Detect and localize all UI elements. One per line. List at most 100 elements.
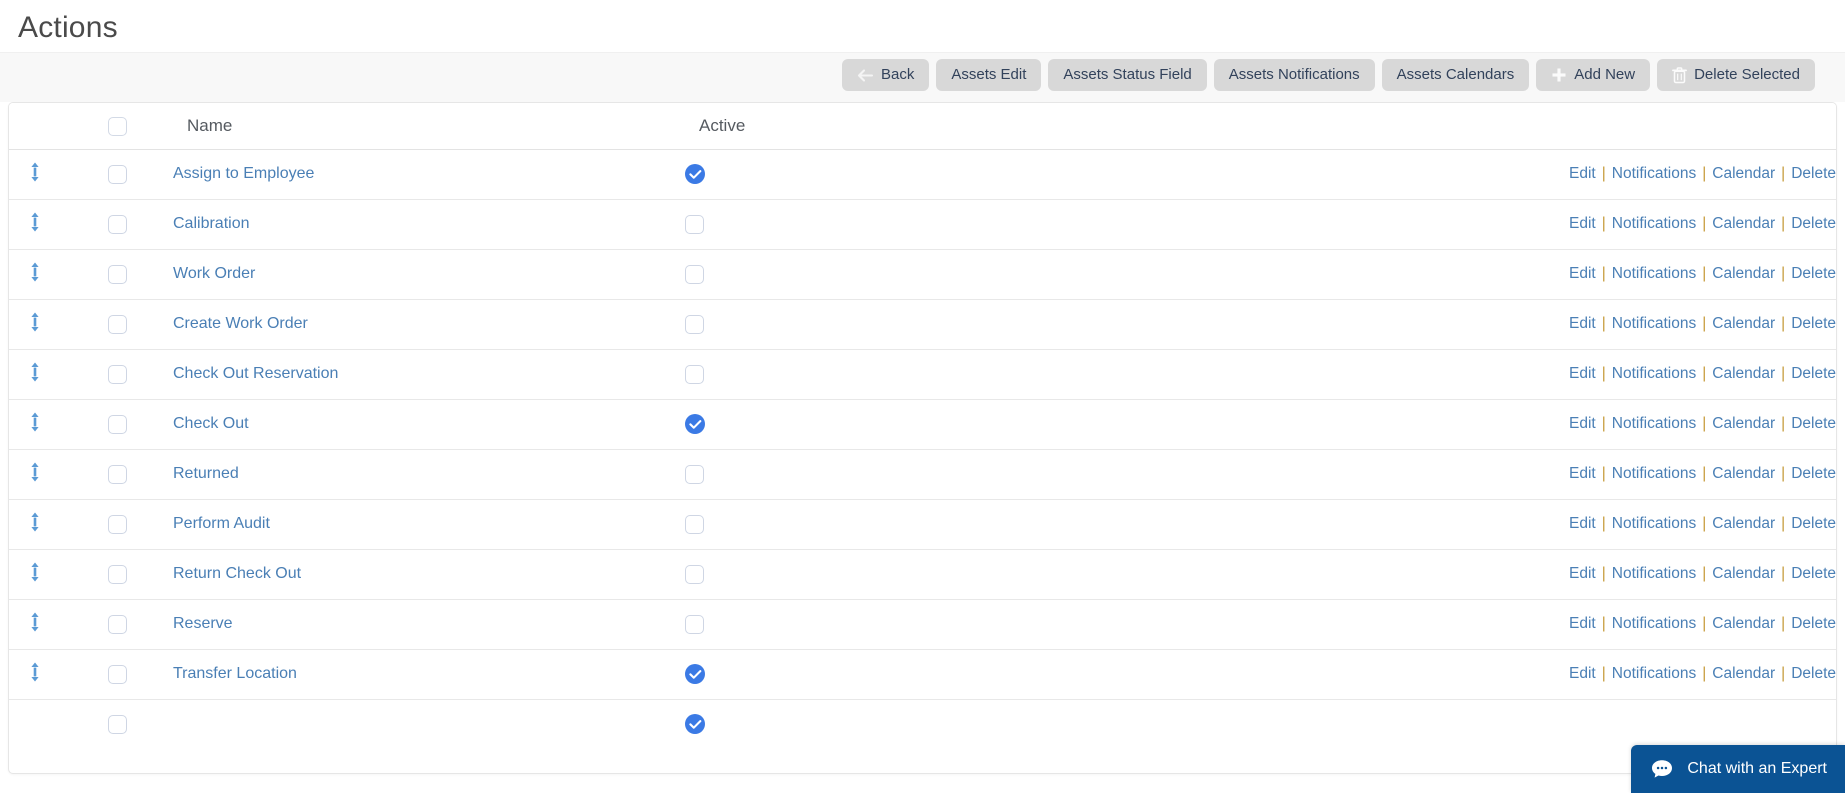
row-select-checkbox[interactable] xyxy=(107,414,127,434)
action-separator: | xyxy=(1781,565,1786,582)
active-unchecked-icon[interactable] xyxy=(685,564,704,584)
row-edit-link[interactable]: Edit xyxy=(1569,315,1596,332)
row-delete-link[interactable]: Delete xyxy=(1791,465,1836,482)
row-edit-link[interactable]: Edit xyxy=(1569,565,1596,582)
row-name-cell: Assign to Employee xyxy=(173,149,685,199)
row-edit-link[interactable]: Edit xyxy=(1569,365,1596,382)
row-delete-link[interactable]: Delete xyxy=(1791,215,1836,232)
back-button[interactable]: Back xyxy=(841,59,930,91)
active-unchecked-icon[interactable] xyxy=(685,464,704,484)
row-notifications-link[interactable]: Notifications xyxy=(1612,415,1696,432)
chat-with-expert-widget[interactable]: Chat with an Expert xyxy=(1631,745,1845,793)
row-delete-link[interactable]: Delete xyxy=(1791,315,1836,332)
header-actions-spacer xyxy=(1055,103,1836,150)
row-calendar-link[interactable]: Calendar xyxy=(1712,465,1775,482)
row-notifications-link[interactable]: Notifications xyxy=(1612,465,1696,482)
delete-selected-button[interactable]: Delete Selected xyxy=(1657,59,1815,91)
drag-handle-icon[interactable] xyxy=(28,161,42,183)
row-notifications-link[interactable]: Notifications xyxy=(1612,665,1696,682)
row-drag-handle-cell xyxy=(9,348,61,399)
row-edit-link[interactable]: Edit xyxy=(1569,265,1596,282)
row-select-checkbox[interactable] xyxy=(107,214,127,234)
row-drag-handle-cell xyxy=(9,398,61,449)
row-delete-link[interactable]: Delete xyxy=(1791,565,1836,582)
row-select-checkbox[interactable] xyxy=(107,264,127,284)
row-edit-link[interactable]: Edit xyxy=(1569,465,1596,482)
action-separator: | xyxy=(1601,465,1606,482)
row-calendar-link[interactable]: Calendar xyxy=(1712,215,1775,232)
row-calendar-link[interactable]: Calendar xyxy=(1712,165,1775,182)
row-select-checkbox[interactable] xyxy=(107,164,127,184)
drag-handle-icon[interactable] xyxy=(28,361,42,383)
assets-calendars-button[interactable]: Assets Calendars xyxy=(1381,59,1530,91)
row-notifications-link[interactable]: Notifications xyxy=(1612,365,1696,382)
drag-handle-icon[interactable] xyxy=(28,611,42,633)
active-unchecked-icon[interactable] xyxy=(685,314,704,334)
active-checked-icon[interactable] xyxy=(685,664,705,684)
active-checked-icon[interactable] xyxy=(685,164,705,184)
row-calendar-link[interactable]: Calendar xyxy=(1712,415,1775,432)
row-notifications-link[interactable]: Notifications xyxy=(1612,215,1696,232)
row-edit-link[interactable]: Edit xyxy=(1569,415,1596,432)
active-unchecked-icon[interactable] xyxy=(685,614,704,634)
row-notifications-link[interactable]: Notifications xyxy=(1612,165,1696,182)
row-delete-link[interactable]: Delete xyxy=(1791,615,1836,632)
add-new-button[interactable]: Add New xyxy=(1536,59,1651,91)
row-edit-link[interactable]: Edit xyxy=(1569,665,1596,682)
row-notifications-link[interactable]: Notifications xyxy=(1612,315,1696,332)
row-notifications-link[interactable]: Notifications xyxy=(1612,615,1696,632)
row-actions-cell: Edit | Notifications | Calendar | Delete xyxy=(1055,198,1836,249)
row-delete-link[interactable]: Delete xyxy=(1791,165,1836,182)
row-edit-link[interactable]: Edit xyxy=(1569,615,1596,632)
row-select-checkbox[interactable] xyxy=(107,464,127,484)
row-select-checkbox[interactable] xyxy=(107,614,127,634)
row-select-checkbox[interactable] xyxy=(107,564,127,584)
drag-handle-icon[interactable] xyxy=(28,411,42,433)
assets-edit-button[interactable]: Assets Edit xyxy=(936,59,1042,91)
row-calendar-link[interactable]: Calendar xyxy=(1712,265,1775,282)
drag-handle-icon[interactable] xyxy=(28,561,42,583)
row-calendar-link[interactable]: Calendar xyxy=(1712,615,1775,632)
active-unchecked-icon[interactable] xyxy=(685,214,704,234)
row-actions-cell: Edit | Notifications | Calendar | Delete xyxy=(1055,348,1836,399)
row-edit-link[interactable]: Edit xyxy=(1569,165,1596,182)
row-delete-link[interactable]: Delete xyxy=(1791,365,1836,382)
assets-notifications-button[interactable]: Assets Notifications xyxy=(1213,59,1375,91)
row-notifications-link[interactable]: Notifications xyxy=(1612,515,1696,532)
row-select-checkbox[interactable] xyxy=(107,314,127,334)
row-calendar-link[interactable]: Calendar xyxy=(1712,515,1775,532)
row-edit-link[interactable]: Edit xyxy=(1569,515,1596,532)
row-drag-handle-cell xyxy=(9,198,61,249)
select-all-checkbox[interactable] xyxy=(107,116,127,136)
active-checked-icon[interactable] xyxy=(685,414,705,434)
row-delete-link[interactable]: Delete xyxy=(1791,665,1836,682)
row-calendar-link[interactable]: Calendar xyxy=(1712,665,1775,682)
drag-handle-icon[interactable] xyxy=(28,311,42,333)
active-unchecked-icon[interactable] xyxy=(685,264,704,284)
action-separator: | xyxy=(1601,365,1606,382)
drag-handle-icon[interactable] xyxy=(28,661,42,683)
drag-handle-icon[interactable] xyxy=(28,461,42,483)
row-delete-link[interactable]: Delete xyxy=(1791,415,1836,432)
drag-handle-icon[interactable] xyxy=(28,211,42,233)
table-row: Transfer Location Edit | Notifications | Cale… xyxy=(9,648,1836,699)
drag-handle-icon[interactable] xyxy=(28,511,42,533)
active-checked-icon[interactable] xyxy=(685,714,705,735)
row-select-checkbox[interactable] xyxy=(107,714,127,734)
assets-status-field-button[interactable]: Assets Status Field xyxy=(1048,59,1207,91)
row-calendar-link[interactable]: Calendar xyxy=(1712,565,1775,582)
row-calendar-link[interactable]: Calendar xyxy=(1712,365,1775,382)
row-select-checkbox[interactable] xyxy=(107,364,127,384)
row-delete-link[interactable]: Delete xyxy=(1791,515,1836,532)
row-delete-link[interactable]: Delete xyxy=(1791,265,1836,282)
active-unchecked-icon[interactable] xyxy=(685,364,704,384)
active-unchecked-icon[interactable] xyxy=(685,514,704,534)
row-calendar-link[interactable]: Calendar xyxy=(1712,315,1775,332)
row-select-checkbox[interactable] xyxy=(107,514,127,534)
row-select-cell xyxy=(61,598,173,649)
row-edit-link[interactable]: Edit xyxy=(1569,215,1596,232)
row-notifications-link[interactable]: Notifications xyxy=(1612,265,1696,282)
row-notifications-link[interactable]: Notifications xyxy=(1612,565,1696,582)
row-select-checkbox[interactable] xyxy=(107,664,127,684)
drag-handle-icon[interactable] xyxy=(28,261,42,283)
